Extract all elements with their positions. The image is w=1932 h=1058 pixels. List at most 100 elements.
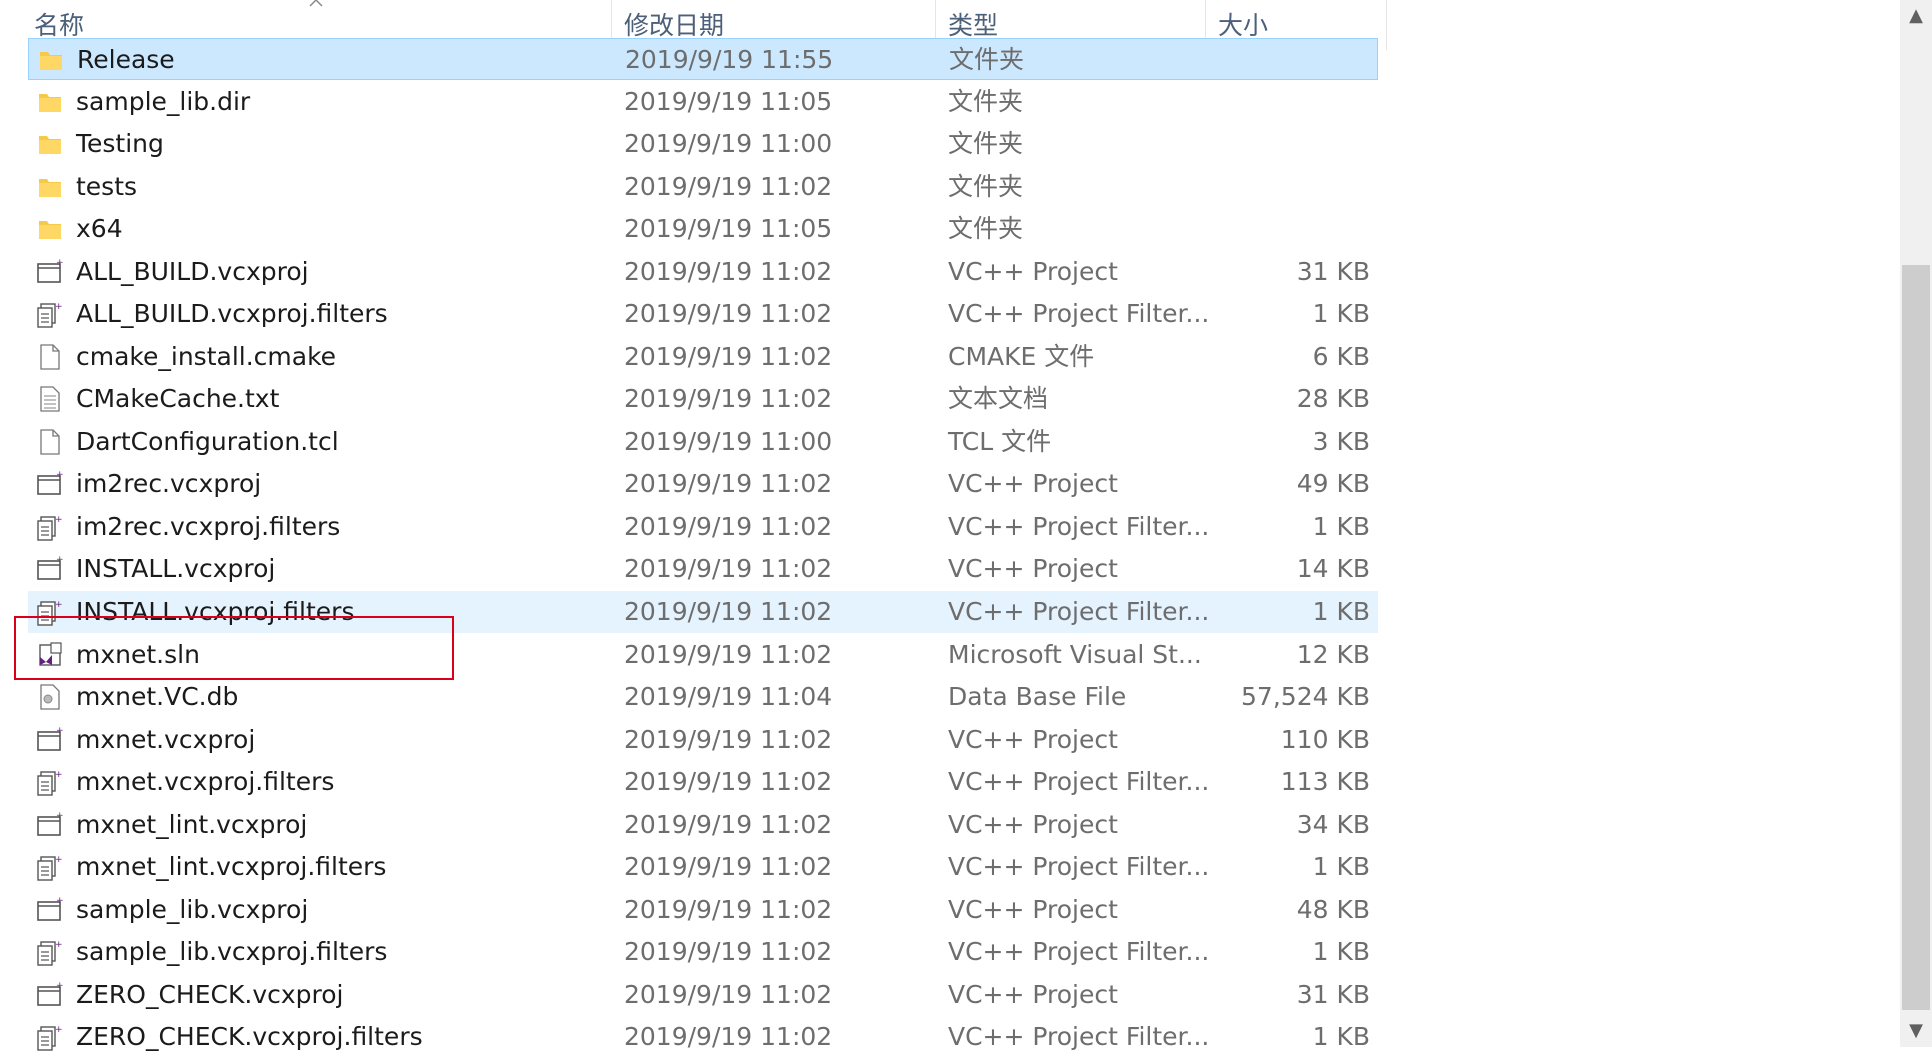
file-size: 31 KB [1296, 256, 1370, 286]
file-modified-date: 2019/9/19 11:05 [624, 86, 833, 116]
vcxproj-icon: + [36, 258, 64, 286]
file-row[interactable]: + im2rec.vcxproj 2019/9/19 11:02 VC++ Proje… [28, 463, 1378, 505]
file-modified-date: 2019/9/19 11:02 [624, 979, 833, 1009]
vcxproj-icon: + [36, 811, 64, 839]
file-modified-date: 2019/9/19 11:04 [624, 682, 833, 712]
file-size: 113 KB [1280, 767, 1370, 797]
vertical-scrollbar[interactable]: ▲ ▼ [1900, 0, 1932, 1047]
file-type: VC++ Project Filter... [948, 511, 1210, 541]
file-type: 文件夹 [948, 86, 1024, 116]
file-modified-date: 2019/9/19 11:02 [624, 256, 833, 286]
folder-icon [37, 46, 65, 74]
file-row[interactable]: Release 2019/9/19 11:55 文件夹 [28, 38, 1378, 80]
file-row[interactable]: + sample_lib.vcxproj 2019/9/19 11:02 VC++ P… [28, 889, 1378, 931]
file-name: mxnet.VC.db [76, 682, 239, 712]
vcxproj-icon: + [36, 726, 64, 754]
file-size: 1 KB [1312, 1022, 1370, 1052]
file-name: ALL_BUILD.vcxproj [76, 256, 309, 286]
file-name: DartConfiguration.tcl [76, 426, 339, 456]
file-row[interactable]: CMakeCache.txt 2019/9/19 11:02 文本文档 28 KB [28, 378, 1378, 420]
scrollbar-thumb[interactable] [1902, 265, 1930, 1010]
file-modified-date: 2019/9/19 11:02 [624, 937, 833, 967]
file-type: VC++ Project Filter... [948, 852, 1210, 882]
file-row[interactable]: + mxnet_lint.vcxproj.filters 2019/9/19 11:… [28, 846, 1378, 888]
file-row[interactable]: + INSTALL.vcxproj 2019/9/19 11:02 VC++ Proj… [28, 548, 1378, 590]
filters-icon: + [36, 300, 64, 328]
file-name: tests [76, 171, 138, 201]
file-row[interactable]: + ALL_BUILD.vcxproj 2019/9/19 11:02 VC++ Pr… [28, 251, 1378, 293]
file-size: 49 KB [1296, 469, 1370, 499]
file-name: ZERO_CHECK.vcxproj.filters [76, 1022, 423, 1052]
file-type: TCL 文件 [948, 426, 1052, 456]
file-modified-date: 2019/9/19 11:02 [624, 384, 833, 414]
file-row[interactable]: + im2rec.vcxproj.filters 2019/9/19 11:02 VC… [28, 506, 1378, 548]
file-row[interactable]: + ZERO_CHECK.vcxproj.filters 2019/9/19 11:… [28, 1016, 1378, 1058]
svg-text:+: + [55, 770, 63, 780]
file-row[interactable]: + mxnet_lint.vcxproj 2019/9/19 11:02 VC++ P… [28, 804, 1378, 846]
svg-text:+: + [56, 981, 64, 991]
filters-icon: + [36, 938, 64, 967]
file-name: mxnet_lint.vcxproj.filters [76, 852, 387, 882]
file-type: VC++ Project [948, 894, 1118, 924]
file-row[interactable]: mxnet.VC.db 2019/9/19 11:04 Data Base File… [28, 676, 1378, 718]
folder-icon [36, 173, 64, 201]
scroll-down-arrow-icon[interactable]: ▼ [1900, 1015, 1932, 1047]
svg-text:+: + [55, 600, 63, 610]
file-modified-date: 2019/9/19 11:02 [624, 299, 833, 329]
file-modified-date: 2019/9/19 11:55 [625, 45, 834, 74]
file-name: Release [77, 45, 175, 74]
filters-icon: + [36, 1023, 64, 1052]
file-row[interactable]: + ALL_BUILD.vcxproj.filters 2019/9/19 11:0… [28, 293, 1378, 335]
file-size: 12 KB [1296, 639, 1370, 669]
svg-text:+: + [56, 811, 64, 821]
file-row[interactable]: + mxnet.vcxproj.filters 2019/9/19 11:02 VC+… [28, 761, 1378, 803]
file-name: sample_lib.dir [76, 86, 251, 116]
vcxproj-icon: + [36, 470, 64, 498]
file-size: 57,524 KB [1241, 682, 1370, 712]
file-row[interactable]: + mxnet.vcxproj 2019/9/19 11:02 VC++ Projec… [28, 719, 1378, 761]
svg-text:+: + [55, 855, 63, 865]
blank-file-icon [36, 343, 64, 371]
file-size: 34 KB [1296, 809, 1370, 839]
file-row[interactable]: DartConfiguration.tcl 2019/9/19 11:00 TCL … [28, 421, 1378, 463]
text-file-icon [36, 385, 64, 413]
file-type: 文本文档 [948, 384, 1049, 414]
file-type: Data Base File [948, 682, 1127, 712]
file-modified-date: 2019/9/19 11:02 [624, 469, 833, 499]
file-type: VC++ Project Filter... [948, 767, 1210, 797]
svg-text:+: + [55, 940, 63, 950]
file-type: Microsoft Visual St... [948, 639, 1202, 669]
file-name: CMakeCache.txt [76, 384, 280, 414]
file-modified-date: 2019/9/19 11:02 [624, 1022, 833, 1052]
file-name: sample_lib.vcxproj.filters [76, 937, 388, 967]
file-row[interactable]: tests 2019/9/19 11:02 文件夹 [28, 166, 1378, 208]
file-row[interactable]: x64 2019/9/19 11:05 文件夹 [28, 208, 1378, 250]
scroll-up-arrow-icon[interactable]: ▲ [1900, 0, 1932, 32]
file-modified-date: 2019/9/19 11:02 [624, 341, 833, 371]
file-name: INSTALL.vcxproj [76, 554, 276, 584]
file-type: 文件夹 [948, 129, 1024, 159]
file-modified-date: 2019/9/19 11:02 [624, 894, 833, 924]
file-row[interactable]: + ZERO_CHECK.vcxproj 2019/9/19 11:02 VC++ P… [28, 974, 1378, 1016]
svg-text:+: + [56, 896, 64, 906]
file-type: VC++ Project Filter... [948, 937, 1210, 967]
blank-file-icon [36, 428, 64, 456]
file-type: VC++ Project Filter... [948, 299, 1210, 329]
file-name: Testing [76, 129, 164, 159]
file-size: 1 KB [1312, 597, 1370, 627]
folder-icon [36, 130, 64, 158]
column-header-size-label: 大小 [1218, 11, 1269, 40]
file-modified-date: 2019/9/19 11:02 [624, 852, 833, 882]
file-size: 28 KB [1296, 384, 1370, 414]
file-row[interactable]: cmake_install.cmake 2019/9/19 11:02 CMAKE … [28, 336, 1378, 378]
file-row[interactable]: Testing 2019/9/19 11:00 文件夹 [28, 123, 1378, 165]
svg-text:+: + [56, 258, 64, 268]
file-type: 文件夹 [948, 214, 1024, 244]
svg-text:+: + [56, 726, 64, 736]
file-name: ZERO_CHECK.vcxproj [76, 979, 344, 1009]
file-row[interactable]: + sample_lib.vcxproj.filters 2019/9/19 11:… [28, 931, 1378, 973]
sort-ascending-icon [309, 0, 323, 7]
file-name: im2rec.vcxproj [76, 469, 262, 499]
file-row[interactable]: sample_lib.dir 2019/9/19 11:05 文件夹 [28, 81, 1378, 123]
file-type: 文件夹 [949, 45, 1025, 74]
